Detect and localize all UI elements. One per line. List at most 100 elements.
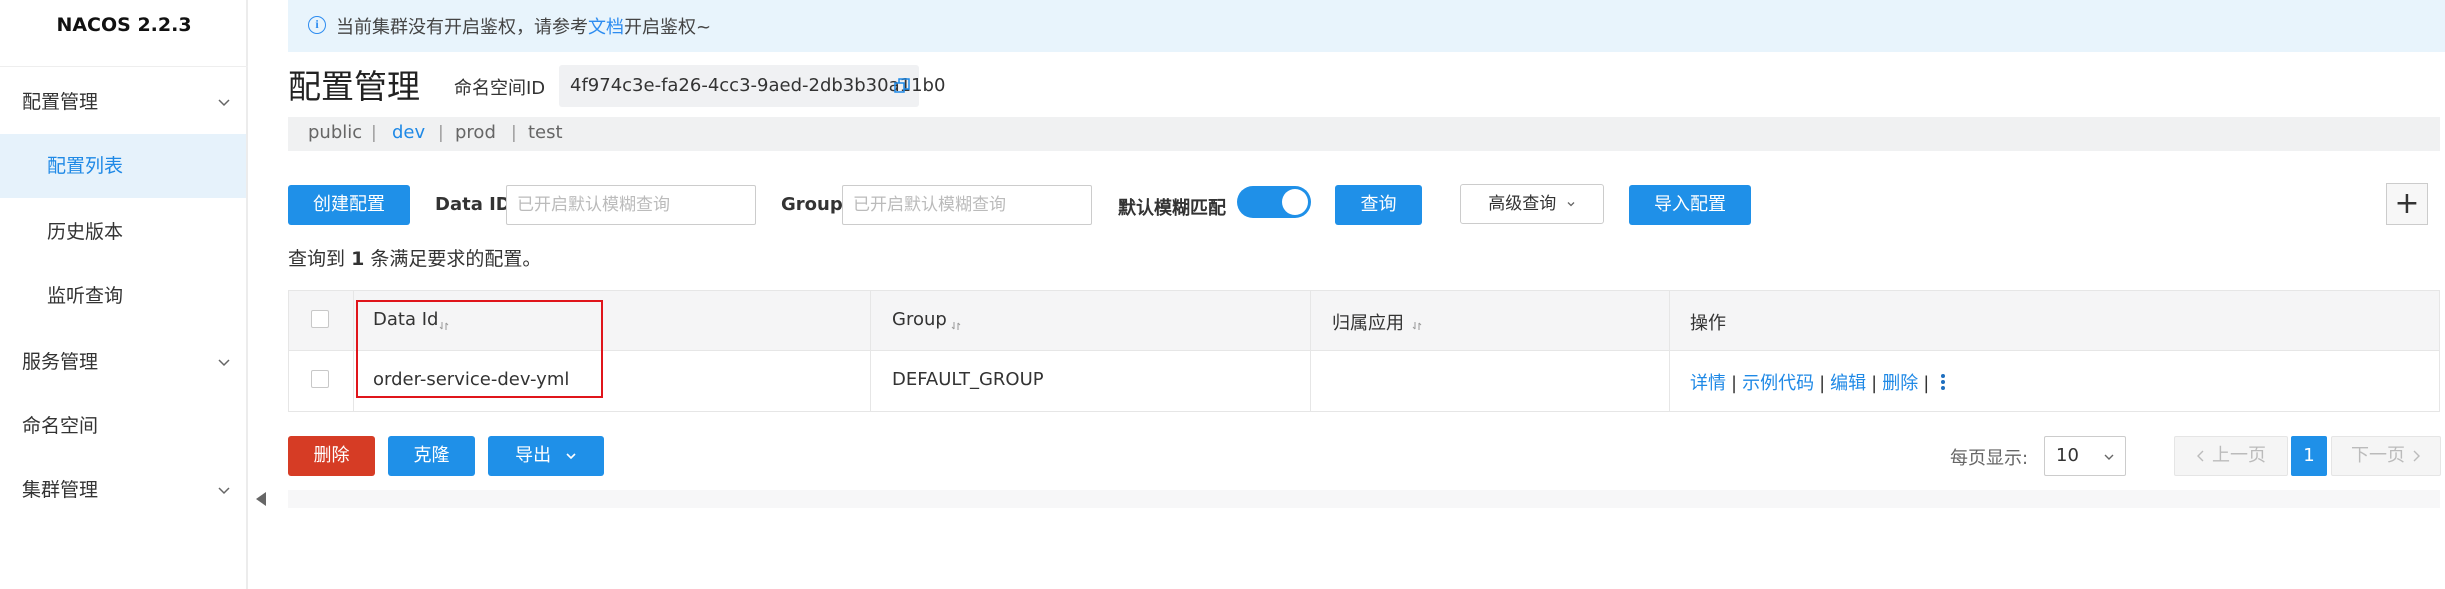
action-separator: | — [1731, 373, 1738, 394]
sort-icon[interactable] — [1412, 316, 1422, 330]
chevron-left-icon — [2197, 450, 2204, 462]
export-label: 导出 — [515, 445, 552, 466]
data-id-label: Data ID — [435, 194, 511, 215]
select-all-checkbox[interactable] — [311, 310, 329, 328]
sidebar-item-label: 集群管理 — [22, 479, 99, 501]
column-divider — [353, 291, 354, 411]
more-actions-icon[interactable] — [1940, 372, 1946, 392]
sample-code-link[interactable]: 示例代码 — [1742, 373, 1814, 394]
column-header-app[interactable]: 归属应用 — [1332, 309, 1404, 335]
import-config-button[interactable]: 导入配置 — [1629, 185, 1751, 225]
action-separator: | — [1923, 373, 1930, 394]
tab-prod[interactable]: prod — [455, 122, 496, 143]
tab-public[interactable]: public — [308, 122, 362, 143]
tab-separator: | — [511, 123, 517, 143]
chevron-down-icon — [218, 484, 230, 496]
chevron-down-icon — [218, 96, 230, 108]
fuzzy-match-label: 默认模糊匹配 — [1118, 198, 1226, 219]
action-separator: | — [1871, 373, 1878, 394]
highlight-annotation — [356, 300, 603, 398]
column-divider — [870, 291, 871, 411]
chevron-right-icon — [2413, 450, 2420, 462]
page-size-value: 10 — [2056, 445, 2079, 466]
export-button[interactable]: 导出 — [488, 436, 604, 476]
notice-text: 当前集群没有开启鉴权，请参考文档开启鉴权~ — [336, 13, 711, 39]
collapse-sidebar-icon[interactable] — [256, 492, 266, 506]
column-divider — [1310, 291, 1311, 411]
sidebar-item-config-list[interactable]: 配置列表 — [0, 134, 246, 198]
sort-icon[interactable] — [951, 316, 961, 330]
scroll-strip — [288, 490, 2440, 508]
chevron-down-icon — [2104, 454, 2114, 460]
advanced-query-button[interactable]: 高级查询 — [1460, 184, 1604, 224]
divider — [0, 66, 248, 67]
info-icon: i — [308, 16, 326, 34]
auth-notice-bar: i 当前集群没有开启鉴权，请参考文档开启鉴权~ — [288, 0, 2445, 52]
action-separator: | — [1819, 373, 1826, 394]
page-title: 配置管理 — [288, 67, 420, 106]
cell-group: DEFAULT_GROUP — [892, 369, 1044, 390]
namespace-id-value: 4f974c3e-fa26-4cc3-9aed-2db3b30a11b0 — [570, 75, 946, 96]
chevron-down-icon — [1567, 202, 1575, 207]
column-header-actions: 操作 — [1690, 313, 1726, 334]
chevron-down-icon — [566, 453, 576, 460]
group-label: Group — [781, 194, 843, 215]
result-count: 1 — [351, 248, 365, 270]
tab-dev[interactable]: dev — [392, 122, 425, 143]
prev-page-label: 上一页 — [2212, 445, 2266, 466]
row-checkbox[interactable] — [311, 370, 329, 388]
config-table: Data Id Group 归属应用 操作 order-service-dev-… — [288, 290, 2440, 412]
delete-link[interactable]: 删除 — [1882, 373, 1918, 394]
fuzzy-match-toggle[interactable] — [1237, 186, 1311, 218]
docs-link[interactable]: 文档 — [588, 17, 624, 38]
namespace-id-box: 4f974c3e-fa26-4cc3-9aed-2db3b30a11b0 — [559, 65, 945, 107]
sidebar-item-service-management[interactable]: 服务管理 — [0, 330, 246, 394]
add-icon[interactable]: + — [2386, 183, 2428, 225]
tab-separator: | — [371, 123, 377, 143]
namespace-tabs: public | dev | prod | test — [288, 117, 2440, 151]
edit-link[interactable]: 编辑 — [1830, 373, 1866, 394]
advanced-query-label: 高级查询 — [1488, 194, 1557, 214]
column-header-group[interactable]: Group — [892, 309, 947, 330]
group-input[interactable]: 已开启默认模糊查询 — [842, 185, 1092, 225]
row-actions: 详情 | 示例代码 | 编辑 | 删除 | — [1690, 369, 1934, 395]
next-page-label: 下一页 — [2351, 445, 2405, 466]
next-page-button[interactable]: 下一页 — [2331, 436, 2441, 476]
page-size-select[interactable]: 10 — [2044, 436, 2126, 476]
toggle-knob — [1282, 189, 1308, 215]
sidebar-item-config-management[interactable]: 配置管理 — [0, 70, 246, 134]
result-suffix: 条满足要求的配置。 — [370, 248, 542, 270]
sidebar-item-listener-query[interactable]: 监听查询 — [0, 264, 246, 328]
sidebar-item-history[interactable]: 历史版本 — [0, 200, 246, 264]
sidebar-item-cluster-management[interactable]: 集群管理 — [0, 458, 246, 522]
sidebar-item-namespace[interactable]: 命名空间 — [0, 394, 246, 458]
result-prefix: 查询到 — [288, 248, 346, 270]
data-id-input[interactable]: 已开启默认模糊查询 — [506, 185, 756, 225]
sidebar-item-label: 配置管理 — [22, 91, 99, 113]
notice-text-before: 当前集群没有开启鉴权，请参考 — [336, 17, 588, 38]
table-header: Data Id Group 归属应用 操作 — [289, 291, 2439, 351]
copy-icon[interactable] — [893, 77, 911, 95]
query-button[interactable]: 查询 — [1335, 185, 1422, 225]
detail-link[interactable]: 详情 — [1690, 373, 1726, 394]
page-number[interactable]: 1 — [2291, 436, 2327, 476]
clone-button[interactable]: 克隆 — [388, 436, 475, 476]
sidebar-item-label: 命名空间 — [22, 415, 99, 437]
delete-button[interactable]: 删除 — [288, 436, 375, 476]
create-config-button[interactable]: 创建配置 — [288, 185, 410, 225]
column-divider — [1669, 291, 1670, 411]
sidebar-item-label: 监听查询 — [47, 285, 124, 307]
sidebar: NACOS 2.2.3 配置管理 配置列表 历史版本 监听查询 服务管理 命名空… — [0, 0, 248, 589]
result-summary: 查询到 1 条满足要求的配置。 — [288, 244, 541, 271]
prev-page-button[interactable]: 上一页 — [2174, 436, 2288, 476]
notice-text-after: 开启鉴权~ — [624, 17, 712, 38]
chevron-down-icon — [218, 356, 230, 368]
page-size-label: 每页显示: — [1950, 448, 2029, 469]
namespace-id-label: 命名空间ID — [454, 78, 546, 99]
sidebar-item-label: 历史版本 — [47, 221, 124, 243]
sidebar-item-label: 服务管理 — [22, 351, 99, 373]
brand-logo: NACOS 2.2.3 — [56, 14, 192, 36]
tab-separator: | — [438, 123, 444, 143]
tab-test[interactable]: test — [528, 122, 563, 143]
sidebar-item-label: 配置列表 — [47, 155, 124, 177]
